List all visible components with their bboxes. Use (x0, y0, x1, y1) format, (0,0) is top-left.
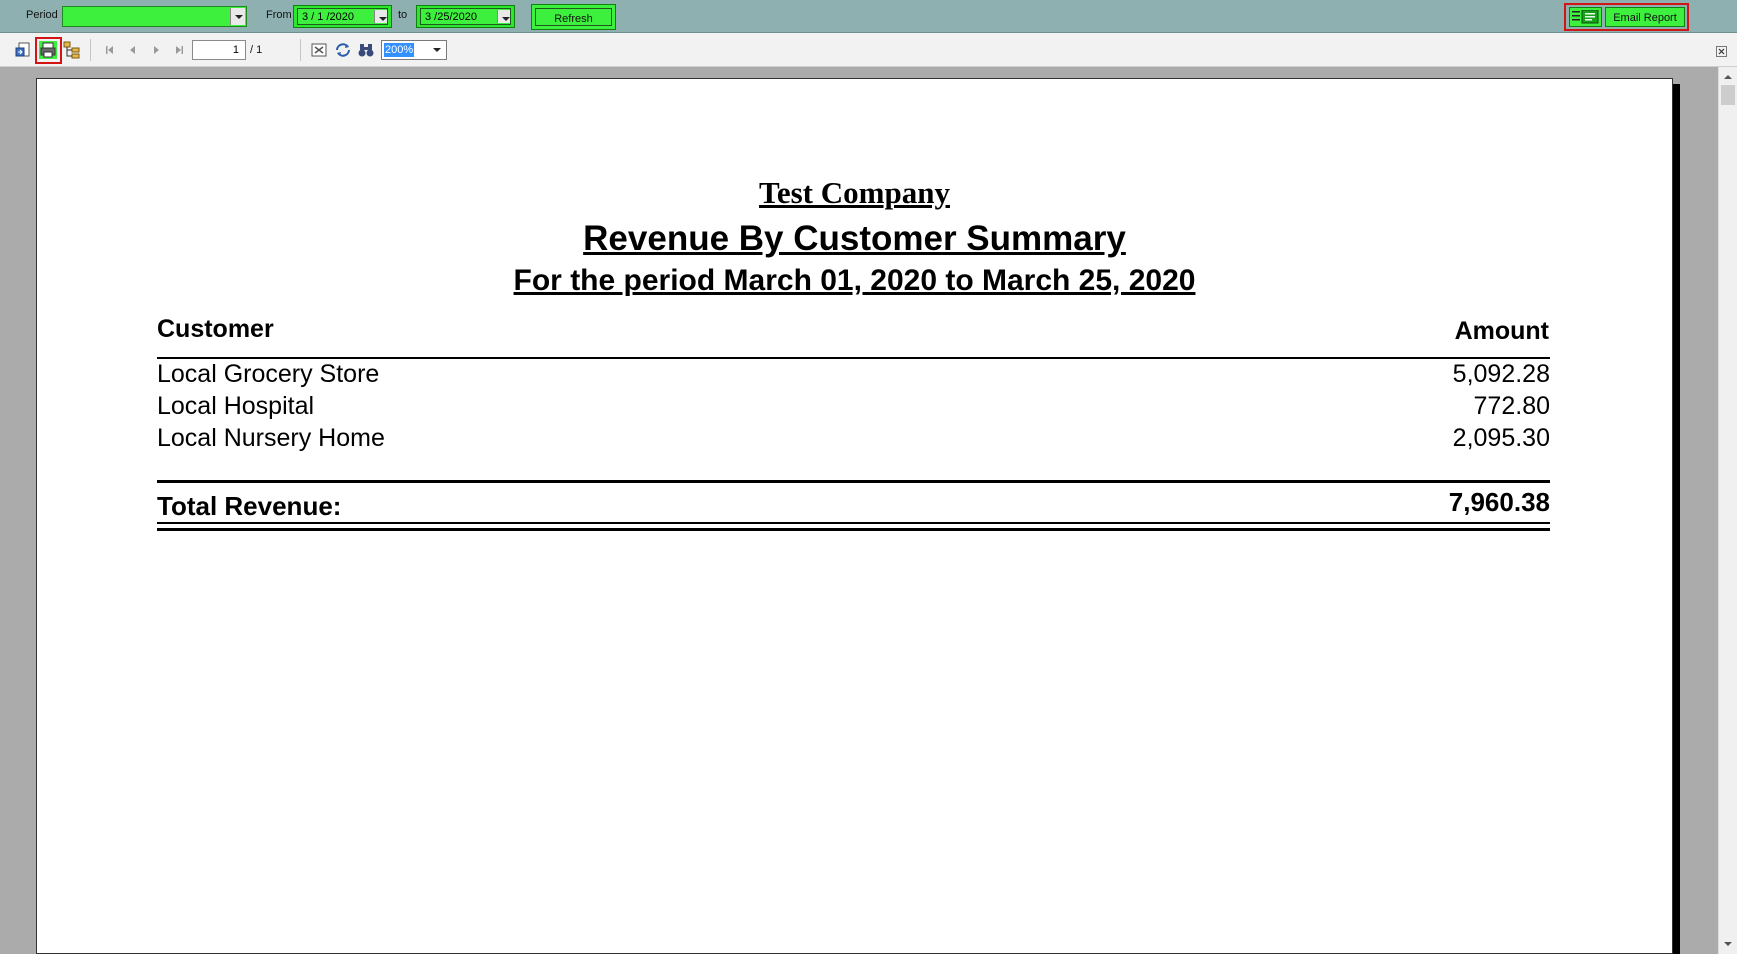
calendar-dropdown-icon[interactable] (497, 10, 510, 23)
total-double-rule-bottom (157, 528, 1550, 531)
period-dropdown[interactable] (62, 6, 247, 27)
zoom-value: 200% (384, 43, 415, 57)
total-top-rule (157, 480, 1550, 483)
table-row: Local Nursery Home 2,095.30 (157, 424, 1550, 456)
to-date-value: 3 /25/2020 (425, 11, 477, 23)
close-icon[interactable] (1716, 46, 1727, 57)
stop-icon[interactable] (310, 41, 328, 59)
scroll-down-icon[interactable] (1721, 937, 1735, 951)
from-date-picker[interactable]: 3 / 1 /2020 (293, 5, 392, 28)
table-row: Local Hospital 772.80 (157, 392, 1550, 424)
chevron-down-icon[interactable] (230, 8, 245, 25)
previous-page-icon[interactable] (124, 41, 142, 59)
to-label: to (398, 9, 408, 21)
period-label: Period (26, 9, 58, 21)
binoculars-icon[interactable] (357, 41, 375, 59)
total-label: Total Revenue: (157, 491, 342, 521)
page-total: / 1 (250, 44, 263, 56)
scroll-thumb[interactable] (1721, 85, 1735, 105)
calendar-dropdown-icon[interactable] (374, 10, 387, 23)
from-date-value: 3 / 1 /2020 (302, 11, 354, 23)
column-header-customer: Customer (157, 315, 274, 343)
company-name: Test Company (759, 175, 950, 210)
customer-amount: 2,095.30 (1452, 424, 1550, 452)
page-number-input[interactable]: 1 (192, 40, 246, 60)
from-label: From (266, 9, 292, 21)
group-tree-icon[interactable] (63, 41, 81, 59)
email-report-button[interactable]: Email Report (1605, 7, 1685, 27)
email-options-button[interactable] (1569, 7, 1602, 27)
customer-name: Local Hospital (157, 392, 315, 420)
customer-amount: 772.80 (1473, 392, 1550, 420)
to-date-picker[interactable]: 3 /25/2020 (416, 5, 515, 28)
column-header-amount: Amount (1454, 317, 1549, 345)
refresh-icon[interactable] (334, 41, 352, 59)
next-page-icon[interactable] (147, 41, 165, 59)
zoom-select[interactable]: 200% (381, 40, 447, 60)
report-viewer-toolbar: 1 / 1 200% (0, 33, 1737, 67)
list-icon (1572, 10, 1599, 24)
filter-bar: Period From 3 / 1 /2020 to 3 /25/2020 Re… (0, 0, 1737, 33)
report-period: For the period March 01, 2020 to March 2… (513, 264, 1196, 297)
page-shadow (1673, 84, 1680, 954)
vertical-scrollbar[interactable] (1718, 67, 1737, 954)
report-title: Revenue By Customer Summary (583, 219, 1126, 258)
chevron-down-icon[interactable] (433, 48, 441, 52)
first-page-icon[interactable] (101, 41, 119, 59)
table-row: Local Grocery Store 5,092.28 (157, 360, 1550, 392)
print-icon[interactable] (39, 41, 57, 59)
customer-amount: 5,092.28 (1452, 360, 1550, 388)
total-value: 7,960.38 (1448, 487, 1550, 517)
customer-name: Local Grocery Store (157, 360, 380, 388)
last-page-icon[interactable] (170, 41, 188, 59)
toolbar-separator (90, 39, 91, 61)
header-rule (157, 357, 1550, 359)
total-double-rule-top (157, 522, 1550, 524)
toolbar-separator (300, 39, 301, 61)
refresh-button[interactable]: Refresh (531, 4, 616, 30)
email-report-label: Email Report (1613, 12, 1677, 24)
customer-name: Local Nursery Home (157, 424, 385, 452)
scroll-up-icon[interactable] (1721, 70, 1735, 84)
report-page: Test Company Revenue By Customer Summary… (36, 78, 1673, 954)
refresh-button-label: Refresh (535, 8, 612, 26)
export-icon[interactable] (14, 41, 32, 59)
